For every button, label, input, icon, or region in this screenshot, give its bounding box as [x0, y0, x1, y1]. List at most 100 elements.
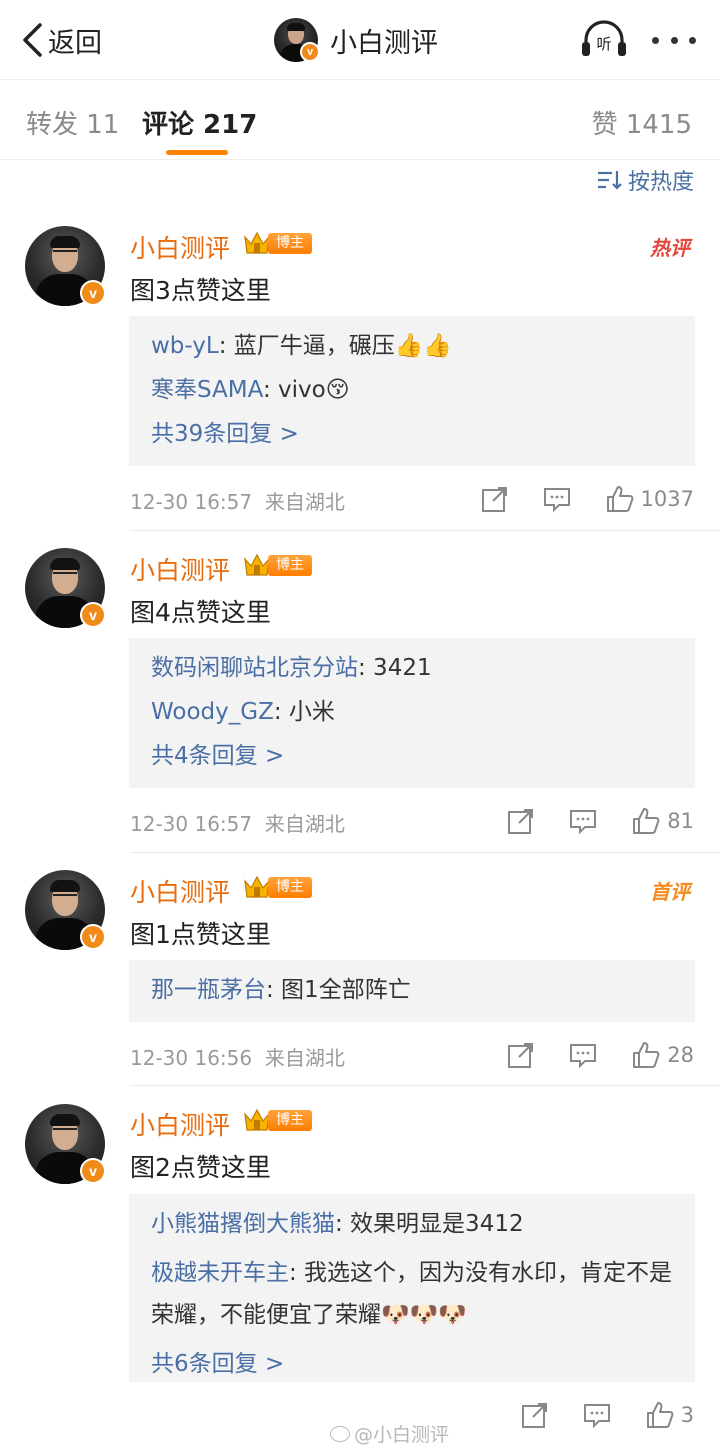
comment-icon[interactable] [543, 485, 571, 513]
reply-preview-box[interactable]: 小熊猫撂倒大熊猫: 效果明显是3412 极越未开车主: 我选这个，因为没有水印，… [129, 1194, 695, 1382]
reply-username[interactable]: 那一瓶茅台 [151, 977, 266, 1003]
first-comment-tag: 首评 [650, 880, 690, 904]
comment-source: 来自湖北 [264, 812, 345, 836]
reply-text: : vivo😚 [262, 377, 350, 403]
more-replies-link[interactable]: 共4条回复 > [151, 740, 673, 772]
nav-title-name: 小白测评 [330, 27, 438, 59]
blogger-badge-label: 博主 [268, 233, 312, 254]
blogger-badge: 博主 [242, 873, 312, 901]
like-count: 28 [667, 1043, 694, 1067]
reply-username[interactable]: wb-yL [151, 333, 219, 359]
comment-text: 图2点赞这里 [130, 1153, 271, 1182]
back-label: 返回 [48, 27, 102, 59]
more-button[interactable] [652, 26, 696, 54]
like-button[interactable]: 1037 [605, 484, 694, 514]
repost-icon[interactable] [507, 807, 535, 835]
like-thumb-icon [633, 808, 660, 834]
reply-username[interactable]: Woody_GZ [151, 699, 274, 725]
reply-text: : 小米 [273, 699, 335, 725]
blogger-badge: 博主 [242, 229, 312, 257]
repost-icon[interactable] [507, 1041, 535, 1069]
nav-title[interactable]: 小白测评 [274, 16, 438, 64]
more-replies-link[interactable]: 共6条回复 > [151, 1348, 673, 1380]
reply-username[interactable]: 数码闲聊站北京分站 [151, 655, 358, 681]
comment-source: 来自湖北 [264, 1046, 345, 1070]
comment-username[interactable]: 小白测评 [130, 229, 230, 265]
comment-icon[interactable] [569, 807, 597, 835]
reply-preview-box[interactable]: 数码闲聊站北京分站: 3421 Woody_GZ: 小米 共4条回复 > [129, 638, 695, 788]
sort-button[interactable]: 按热度 [596, 164, 694, 196]
like-thumb-icon [606, 486, 633, 512]
tab-active-indicator [166, 150, 228, 155]
back-button[interactable]: 返回 [20, 20, 102, 60]
comment-icon[interactable] [583, 1401, 611, 1429]
blogger-badge-label: 博主 [268, 555, 312, 576]
more-dot [689, 36, 696, 44]
comment-text: 图3点赞这里 [130, 276, 271, 305]
reply-item: wb-yL: 蓝厂牛逼，碾压👍👍 [151, 330, 673, 362]
like-count: 81 [667, 809, 694, 833]
reply-preview-box[interactable]: 那一瓶茅台: 图1全部阵亡 [129, 960, 695, 1022]
comment-text: 图4点赞这里 [130, 598, 271, 627]
like-count: 1037 [640, 487, 694, 511]
listen-label: 听 [596, 35, 611, 53]
top-nav: 返回 小白测评 v 听 [0, 0, 720, 80]
vip-v-icon: v [80, 280, 106, 306]
weibo-logo-icon [330, 1425, 350, 1442]
comment-actions: 28 [473, 1038, 694, 1072]
reply-text: : 图1全部阵亡 [266, 977, 411, 1003]
back-chevron-icon [23, 23, 42, 57]
tab-reposts[interactable]: 转发 11 [26, 104, 119, 141]
comment-actions: 81 [473, 804, 694, 838]
blogger-badge: 博主 [242, 551, 312, 579]
tab-bar: 转发 11 评论 217 赞 1415 [0, 80, 720, 160]
like-button[interactable]: 28 [631, 1040, 694, 1070]
reply-item: 极越未开车主: 我选这个，因为没有水印，肯定不是荣耀，不能便宜了荣耀🐶🐶🐶 [151, 1252, 673, 1336]
comment-icon[interactable] [569, 1041, 597, 1069]
reply-username[interactable]: 小熊猫撂倒大熊猫 [151, 1211, 335, 1237]
sort-icon [597, 171, 622, 190]
watermark-text: @小白测评 [354, 1424, 450, 1446]
like-thumb-icon [633, 1042, 660, 1068]
blogger-badge: 博主 [242, 1106, 312, 1134]
vip-v-icon: v [80, 1158, 106, 1184]
comment-meta: 12-30 16:57 来自湖北 [130, 808, 345, 837]
more-dot [670, 36, 678, 44]
reply-text: : 效果明显是3412 [335, 1211, 524, 1237]
reply-username[interactable]: 极越未开车主 [151, 1260, 289, 1286]
like-count: 3 [680, 1403, 694, 1427]
reply-item: 小熊猫撂倒大熊猫: 效果明显是3412 [151, 1208, 673, 1240]
comment-time: 12-30 16:56 [130, 1046, 253, 1070]
reply-text: : 蓝厂牛逼，碾压👍👍 [218, 333, 453, 359]
comment-text: 图1点赞这里 [130, 920, 271, 949]
divider [130, 530, 720, 531]
blogger-badge-label: 博主 [268, 877, 312, 898]
comment-username[interactable]: 小白测评 [130, 1106, 230, 1142]
reply-username[interactable]: 寒奉SAMA [151, 377, 263, 403]
reply-item: Woody_GZ: 小米 [151, 696, 673, 728]
vip-v-icon: v [300, 42, 320, 62]
repost-icon[interactable] [521, 1401, 549, 1429]
reply-item: 那一瓶茅台: 图1全部阵亡 [151, 974, 673, 1006]
more-replies-link[interactable]: 共39条回复 > [151, 418, 673, 450]
comment-meta: 12-30 16:57 来自湖北 [130, 486, 345, 515]
hot-comment-tag: 热评 [650, 236, 690, 260]
comment-source: 来自湖北 [264, 490, 345, 514]
tab-likes[interactable]: 赞 1415 [592, 104, 692, 141]
blogger-badge-label: 博主 [268, 1110, 312, 1131]
repost-icon[interactable] [481, 485, 509, 513]
comment-username[interactable]: 小白测评 [130, 551, 230, 587]
listen-button[interactable]: 听 [580, 18, 628, 62]
reply-item: 寒奉SAMA: vivo😚 [151, 374, 673, 406]
comment-meta: 12-30 16:56 来自湖北 [130, 1042, 345, 1071]
listen-headphone-icon: 听 [582, 20, 626, 56]
comment-actions: 1037 [447, 482, 694, 516]
like-button[interactable]: 81 [631, 806, 694, 836]
divider [130, 852, 720, 853]
tab-comments[interactable]: 评论 217 [142, 104, 257, 141]
comment-username[interactable]: 小白测评 [130, 873, 230, 909]
reply-preview-box[interactable]: wb-yL: 蓝厂牛逼，碾压👍👍 寒奉SAMA: vivo😚 共39条回复 > [129, 316, 695, 466]
like-button[interactable]: 3 [645, 1400, 694, 1430]
reply-text: : 3421 [358, 655, 432, 681]
sort-label: 按热度 [627, 170, 694, 195]
